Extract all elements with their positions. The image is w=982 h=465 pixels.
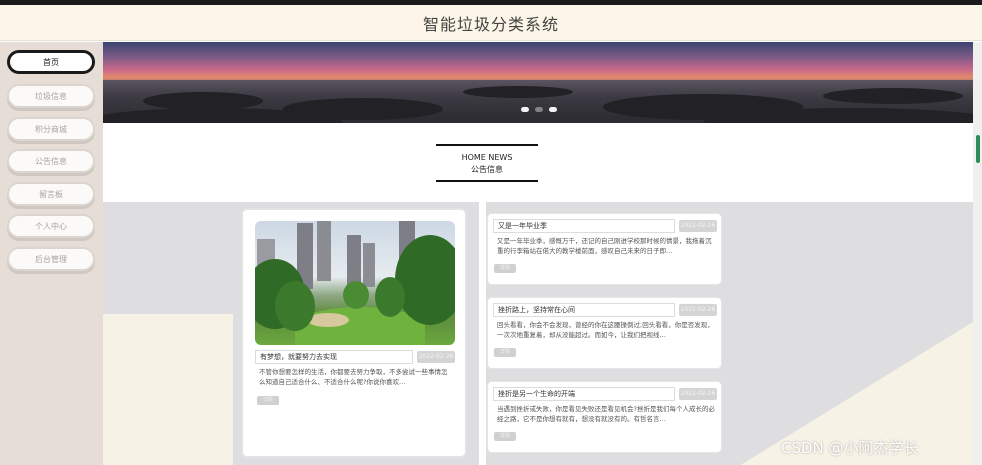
featured-news-date: 2022-02-26 [417, 351, 455, 363]
featured-news-image[interactable] [255, 221, 455, 345]
news-item-excerpt: 又是一年毕业季，感慨万千，还记的自己刚进学校那时候的情景，我拖着沉重的行李箱站在… [497, 237, 712, 255]
app-title: 智能垃圾分类系统 [422, 14, 559, 34]
divider [436, 144, 538, 146]
section-title-en: HOME NEWS [461, 153, 513, 162]
featured-news-excerpt: 不管你想要怎样的生活，你都要去努力争取，不多尝试一些事情怎么知道自己适合什么、不… [259, 368, 448, 386]
news-item-title[interactable]: 又是一年毕业季 [493, 219, 675, 233]
sidebar-item-garbage-info[interactable]: 垃圾信息 [7, 84, 95, 108]
section-heading: HOME NEWS 公告信息 [436, 144, 538, 185]
scrollbar[interactable] [973, 42, 982, 465]
section-title-cn: 公告信息 [471, 165, 503, 174]
banner-carousel[interactable] [103, 42, 973, 123]
carousel-dot[interactable] [521, 107, 529, 112]
sidebar-item-points-mall[interactable]: 积分商城 [7, 117, 95, 141]
featured-news-title[interactable]: 有梦想，就要努力去实现 [255, 350, 413, 364]
carousel-dot[interactable] [549, 107, 557, 112]
news-item[interactable]: 挫折是另一个生命的开端 2022-02-26 当遇到挫折或失败，你是看见失败还是… [487, 381, 722, 453]
news-item-detail-button[interactable]: 详情 [494, 264, 516, 273]
csdn-watermark: CSDN @小阿杰学长 [781, 439, 919, 457]
news-item[interactable]: 又是一年毕业季 2022-02-26 又是一年毕业季，感慨万千，还记的自己刚进学… [487, 213, 722, 285]
news-item-title[interactable]: 挫折路上，坚持常在心间 [493, 303, 675, 317]
news-item-date: 2022-02-26 [679, 220, 717, 232]
sidebar-item-message-board[interactable]: 留言板 [7, 182, 95, 206]
carousel-dot[interactable] [535, 107, 543, 112]
header: 智能垃圾分类系统 [0, 5, 982, 41]
carousel-indicators [521, 107, 557, 112]
divider [436, 180, 538, 182]
news-item-title[interactable]: 挫折是另一个生命的开端 [493, 387, 675, 401]
sidebar-item-home[interactable]: 首页 [7, 50, 95, 74]
news-item-date: 2022-02-26 [679, 304, 717, 316]
scrollbar-thumb[interactable] [976, 135, 980, 163]
sidebar: 首页 垃圾信息 积分商城 公告信息 留言板 个人中心 后台管理 [0, 42, 103, 465]
featured-news-card[interactable]: 有梦想，就要努力去实现 2022-02-26 不管你想要怎样的生活，你都要去努力… [241, 208, 467, 458]
featured-news-detail-button[interactable]: 详情 [257, 396, 279, 405]
news-item-detail-button[interactable]: 详情 [494, 348, 516, 357]
news-item-date: 2022-02-26 [679, 388, 717, 400]
news-item-detail-button[interactable]: 详情 [494, 432, 516, 441]
news-item[interactable]: 挫折路上，坚持常在心间 2022-02-26 回头看看，你会不会发现，曾经的你在… [487, 297, 722, 369]
news-item-excerpt: 当遇到挫折或失败，你是看见失败还是看见机会?挫折是我们每个人成长的必经之路，它不… [497, 405, 715, 423]
news-item-excerpt: 回头看看，你会不会发现，曾经的你在这腰操倒过;回头看看，你是否发现，一次次地重复… [497, 321, 714, 339]
sidebar-item-admin[interactable]: 后台管理 [7, 247, 95, 271]
sidebar-item-personal-center[interactable]: 个人中心 [7, 214, 95, 238]
sidebar-item-announcements[interactable]: 公告信息 [7, 149, 95, 173]
